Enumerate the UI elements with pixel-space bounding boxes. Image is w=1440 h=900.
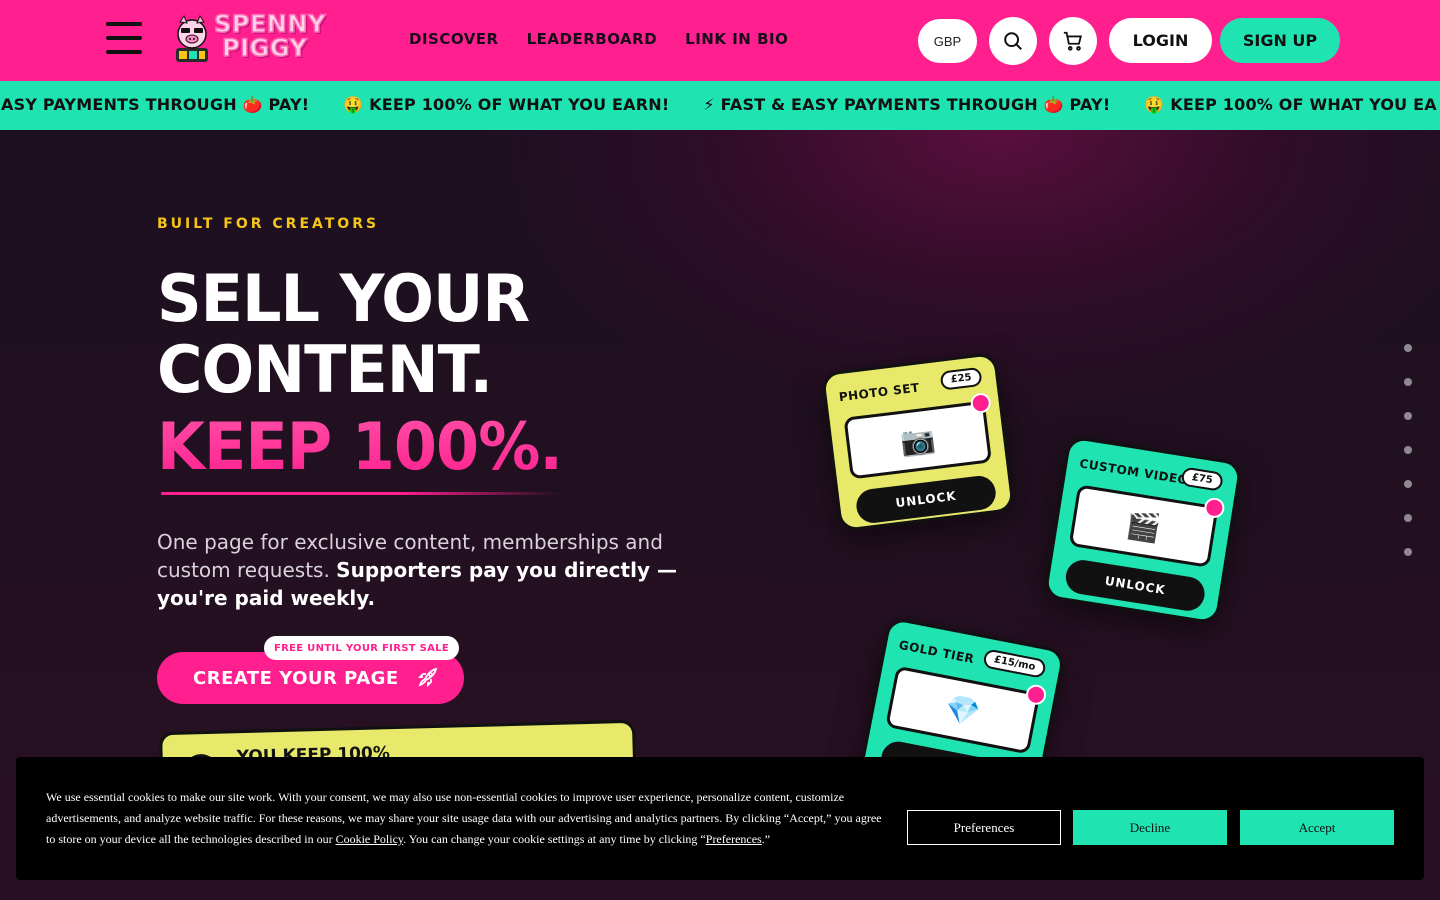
preferences-link[interactable]: Preferences [706,832,762,846]
unlock-button[interactable]: UNLOCK [854,474,998,525]
decline-button[interactable]: Decline [1073,810,1227,845]
section-dot[interactable] [1404,344,1412,352]
signup-button[interactable]: SIGN UP [1220,18,1340,63]
hero-headline-3: KEEP 100%. [157,408,563,485]
hero-headline-1: SELL YOUR [157,260,530,337]
hero-headline-2: CONTENT. [157,331,493,408]
section-dot[interactable] [1404,514,1412,522]
card-price: £15/mo [982,648,1047,679]
ticker-item: & EASY PAYMENTS THROUGH 🍅 PAY! [0,95,310,114]
unlock-button[interactable]: UNLOCK [1063,557,1208,614]
product-card-photo-set[interactable]: PHOTO SET £25 📷 UNLOCK [820,351,1016,533]
search-button[interactable] [989,17,1037,65]
accept-button[interactable]: Accept [1240,810,1394,845]
main-nav: DISCOVER LEADERBOARD LINK IN BIO [409,30,788,48]
cookie-policy-link[interactable]: Cookie Policy [336,832,404,846]
ticker-item: 🤑 KEEP 100% OF WHAT YOU EA [1144,95,1437,114]
logo-line-2: PIGGY [221,34,308,62]
cart-icon [1063,31,1082,51]
pig-mascot-icon [176,14,208,62]
ticker-item: ⚡ FAST & EASY PAYMENTS THROUGH 🍅 PAY! [703,95,1111,114]
headline-underline [161,492,561,495]
section-dot[interactable] [1404,412,1412,420]
section-nav-dots [1404,344,1412,556]
section-dot[interactable] [1404,548,1412,556]
card-title: GOLD TIER [897,637,976,667]
rocket-icon [417,667,437,688]
clapperboard-icon: 🎬 [1068,484,1219,568]
cart-button[interactable] [1049,17,1097,65]
preferences-button[interactable]: Preferences [907,810,1061,845]
logo[interactable]: SPENNY PIGGY [170,10,340,68]
section-dot[interactable] [1404,378,1412,386]
search-icon [1004,32,1022,50]
free-badge: FREE UNTIL YOUR FIRST SALE [264,636,459,660]
cta-label: CREATE YOUR PAGE [193,667,399,689]
login-button[interactable]: LOGIN [1109,18,1212,63]
camera-icon: 📷 [843,400,993,480]
hero-lead: One page for exclusive content, membersh… [157,528,717,612]
section-dot[interactable] [1404,446,1412,454]
card-title: CUSTOM VIDEO [1078,456,1190,488]
menu-icon[interactable] [106,22,142,58]
nav-link-in-bio[interactable]: LINK IN BIO [685,30,788,48]
card-title: PHOTO SET [838,380,921,405]
announcement-ticker: & EASY PAYMENTS THROUGH 🍅 PAY! 🤑 KEEP 10… [0,81,1440,130]
currency-selector[interactable]: GBP [918,19,977,63]
section-dot[interactable] [1404,480,1412,488]
diamond-icon: 💎 [885,665,1041,755]
logo-wordmark: SPENNY PIGGY [213,11,326,62]
product-card-custom-video[interactable]: CUSTOM VIDEO £75 🎬 UNLOCK [1043,435,1243,625]
card-price: £25 [939,366,983,391]
site-header: SPENNY PIGGY DISCOVER LEADERBOARD LINK I… [0,0,1440,81]
cookie-banner: We use essential cookies to make our sit… [16,757,1424,880]
card-price: £75 [1180,466,1224,492]
cookie-text-part: . You can change your cookie settings at… [403,832,706,846]
ticker-item: 🤑 KEEP 100% OF WHAT YOU EARN! [343,95,670,114]
hero-eyebrow: BUILT FOR CREATORS [157,216,380,232]
cookie-text-part: .” [761,832,771,846]
nav-leaderboard[interactable]: LEADERBOARD [527,30,658,48]
cookie-text: We use essential cookies to make our sit… [46,787,886,850]
nav-discover[interactable]: DISCOVER [409,30,499,48]
